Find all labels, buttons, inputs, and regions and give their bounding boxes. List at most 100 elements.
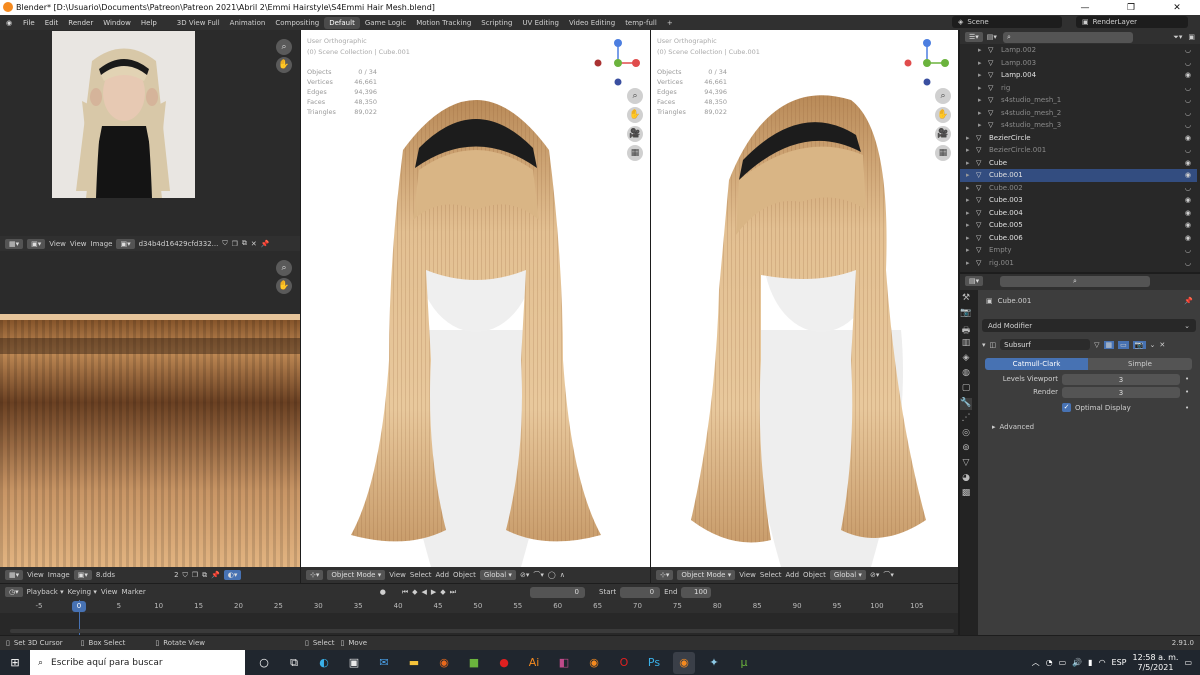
material-icon[interactable]: ◕	[960, 473, 972, 485]
jump-end-icon[interactable]: ⏭	[450, 588, 456, 597]
start-frame-field[interactable]: 0	[620, 586, 661, 598]
visibility-eye-icon[interactable]: ◡	[1185, 96, 1191, 104]
pivot-icon[interactable]: ⊘▾	[520, 571, 529, 579]
playhead-frame[interactable]: 0	[72, 601, 86, 612]
editor-type-3d-icon-2[interactable]: ⊹▾	[656, 570, 674, 580]
object-mode-dropdown-2[interactable]: Object Mode ▾	[677, 570, 736, 580]
render-levels-field[interactable]: 3	[1062, 387, 1180, 398]
expand-arrow-icon[interactable]: ▸	[978, 71, 982, 79]
expand-arrow-icon[interactable]: ▸	[966, 234, 970, 242]
catmull-clark-button[interactable]: Catmull-Clark	[985, 358, 1088, 370]
maximize-button[interactable]: ❐	[1108, 0, 1154, 15]
expand-arrow-icon[interactable]: ▸	[966, 146, 970, 154]
tray-wifi-icon[interactable]: ◠	[1099, 658, 1106, 667]
new-collection-icon[interactable]: ▣	[1188, 33, 1195, 41]
frame-ruler[interactable]: -5 0 5 10 15 20 25 30 35 40 45 50 55 60 65 70 75 80 85 90 95…	[0, 600, 958, 613]
tab-game-logic[interactable]: Game Logic	[360, 17, 411, 29]
axis-gizmo-right[interactable]	[901, 38, 953, 88]
zoom-icon[interactable]: ⌕	[276, 39, 292, 55]
illustrator-icon[interactable]: Ai	[523, 652, 545, 674]
texture-icon[interactable]: ▩	[960, 488, 972, 500]
outliner-row[interactable]: ▸ ▽ Cube ◉	[960, 157, 1197, 170]
realtime-icon[interactable]: ▭	[1118, 340, 1129, 349]
play-icon[interactable]: ▶	[431, 588, 436, 596]
menu-edit[interactable]: Edit	[40, 19, 64, 27]
expand-arrow-icon[interactable]: ▸	[966, 171, 970, 179]
tool-icon[interactable]: ⚒	[960, 293, 972, 305]
outliner-row[interactable]: ▸ ▽ s4studio_mesh_3 ◡	[960, 119, 1197, 132]
visibility-eye-icon[interactable]: ◡	[1185, 109, 1191, 117]
visibility-eye-icon[interactable]: ◉	[1185, 234, 1191, 242]
add-modifier-dropdown[interactable]: Add Modifier ⌄	[982, 319, 1196, 332]
unlink-icon[interactable]: ✕	[251, 240, 257, 248]
expand-arrow-icon[interactable]: ▸	[966, 221, 970, 229]
add-workspace-button[interactable]: +	[662, 17, 678, 29]
modifier-name-field[interactable]: Subsurf	[1000, 339, 1091, 350]
render-icon[interactable]: 📷	[960, 308, 972, 320]
modifier-wrench-icon[interactable]: 🔧	[960, 398, 972, 410]
fake-user-icon[interactable]: ⛉	[222, 239, 227, 248]
expand-arrow-icon[interactable]: ▸	[966, 134, 970, 142]
menu-image-2[interactable]: Image	[48, 571, 70, 579]
prev-key-icon[interactable]: ◆	[412, 588, 417, 596]
filter-icon[interactable]: ⏷▾	[1173, 33, 1182, 42]
open-image-icon-2[interactable]: ⧉	[202, 571, 207, 580]
physics-icon[interactable]: ◎	[960, 428, 972, 440]
image-editor-texture[interactable]: ⌕ ✋	[0, 251, 300, 567]
world-icon[interactable]: ◍	[960, 368, 972, 380]
outliner-row[interactable]: ▸ ▽ Cube.002 ◡	[960, 182, 1197, 195]
blender-active-icon[interactable]: ◉	[673, 651, 695, 674]
output-icon[interactable]: 🖶	[960, 323, 972, 336]
orientation-dropdown[interactable]: Global ▾	[479, 570, 516, 580]
expand-arrow-icon[interactable]: ▸	[966, 209, 970, 217]
editor-type-icon[interactable]: ▦▾	[5, 238, 24, 249]
menu-help[interactable]: Help	[136, 19, 162, 27]
menu-keying[interactable]: Keying ▾	[68, 588, 97, 596]
jump-start-icon[interactable]: ⏮	[402, 588, 408, 597]
grid-icon[interactable]: ▦	[627, 145, 643, 161]
menu-playback[interactable]: Playback ▾	[27, 588, 64, 596]
pin-icon-2[interactable]: 📌	[211, 571, 220, 579]
editmode-icon[interactable]: ▽	[1094, 341, 1099, 349]
image-mode-dropdown[interactable]: ▣▾	[27, 238, 46, 249]
zoom-icon-4[interactable]: ⌕	[935, 88, 951, 104]
tab-uv-editing[interactable]: UV Editing	[517, 17, 564, 29]
edge-icon[interactable]: ◐	[313, 652, 335, 674]
next-key-icon[interactable]: ◆	[440, 588, 445, 596]
tab-temp-full[interactable]: temp-full	[620, 17, 662, 29]
viewport-left[interactable]: User Orthographic (0) Scene Collection |…	[301, 30, 650, 567]
task-view-icon[interactable]: ⧉	[283, 652, 305, 674]
outliner-search-input[interactable]: ⌕	[1002, 31, 1133, 43]
remove-modifier-icon[interactable]: ✕	[1159, 341, 1165, 349]
outliner-row[interactable]: ▸ ▽ Cube.003 ◉	[960, 194, 1197, 207]
object-props-icon[interactable]: ▢	[960, 383, 972, 395]
outliner-row[interactable]: ▸ ▽ Lamp.002 ◡	[960, 44, 1197, 57]
sims-studio-icon[interactable]: ✦	[703, 652, 725, 674]
opera-icon[interactable]: ●	[493, 652, 515, 674]
open-image-icon[interactable]: ⧉	[242, 239, 247, 248]
advanced-subpanel[interactable]: ▸ Advanced	[992, 423, 1034, 431]
outliner-row[interactable]: ▸ ▽ rig.001 ◡	[960, 257, 1197, 270]
properties-search-input[interactable]: ⌕	[1000, 276, 1150, 287]
visibility-eye-icon[interactable]: ◡	[1185, 121, 1191, 129]
keyframe-dot-icon-2[interactable]: •	[1185, 388, 1189, 396]
editor-type-icon-2[interactable]: ▦▾	[5, 570, 24, 580]
object-mode-dropdown[interactable]: Object Mode ▾	[327, 570, 386, 580]
editor-type-3d-icon[interactable]: ⊹▾	[306, 570, 324, 580]
visibility-eye-icon[interactable]: ◡	[1185, 84, 1191, 92]
expand-arrow-icon[interactable]: ▸	[978, 59, 982, 67]
menu-select[interactable]: Select	[410, 571, 432, 579]
notifications-icon[interactable]: ▭	[1184, 658, 1192, 667]
menu-view-a[interactable]: View	[49, 240, 66, 248]
menu-view-3d-2[interactable]: View	[739, 571, 756, 579]
pan-hand-icon-4[interactable]: ✋	[935, 107, 951, 123]
image-name[interactable]: d34b4d16429cfd332...	[139, 240, 219, 248]
menu-object-2[interactable]: Object	[803, 571, 826, 579]
blender-menu-icon[interactable]: ◉	[0, 19, 18, 27]
visibility-eye-icon[interactable]: ◡	[1185, 146, 1191, 154]
outliner-row[interactable]: ▸ ▽ Lamp.004 ◉	[960, 69, 1197, 82]
pin-icon[interactable]: 📌	[261, 240, 270, 248]
menu-render[interactable]: Render	[63, 19, 98, 27]
outliner-row[interactable]: ▸ ▽ Lamp.003 ◡	[960, 57, 1197, 70]
tab-compositing[interactable]: Compositing	[270, 17, 324, 29]
